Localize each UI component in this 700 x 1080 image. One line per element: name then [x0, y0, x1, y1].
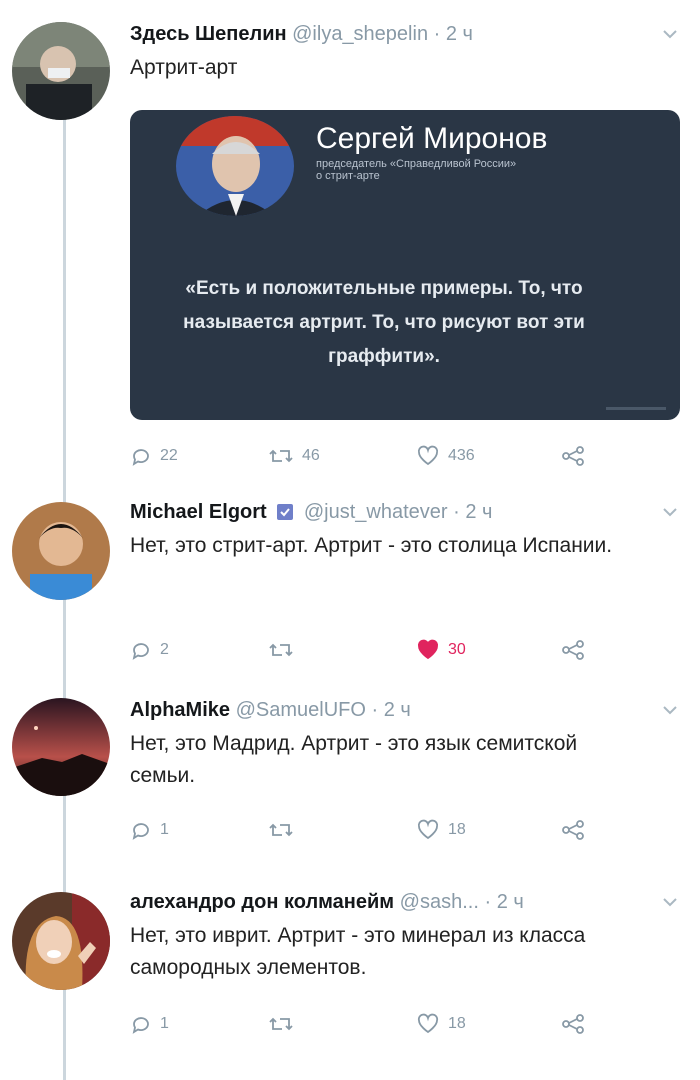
tweet-actions: 22 46 436 [130, 442, 590, 470]
tweet-actions: 1 18 [130, 1010, 590, 1038]
reply-icon [132, 643, 149, 660]
author-name[interactable]: Здесь Шепелин [130, 23, 287, 45]
like-icon [417, 445, 439, 466]
card-subtitle-line2: о стрит-арте [316, 170, 380, 182]
tweet-header: алехандро дон колманейм @sash... · 2 ч [130, 890, 680, 914]
author-handle[interactable]: @SamuelUFO [236, 699, 366, 721]
retweet-button[interactable]: 46 [268, 442, 320, 470]
author-handle[interactable]: @ilya_shepelin [292, 23, 428, 45]
card-subtitle-line1: председатель «Справедливой России» [316, 158, 517, 170]
share-icon [562, 820, 584, 840]
reply-count: 1 [160, 821, 169, 838]
card-quote: «Есть и положительные примеры. То, что н… [183, 278, 585, 367]
separator: · [371, 699, 379, 721]
author-handle[interactable]: @sash... [400, 891, 479, 913]
verified-icon [276, 503, 294, 521]
tweet-actions: 2 30 [130, 636, 590, 664]
avatar[interactable] [12, 502, 110, 600]
reply-count: 22 [160, 447, 178, 464]
reply-count: 2 [160, 641, 169, 658]
like-icon [417, 639, 439, 660]
separator: · [433, 23, 441, 45]
like-count: 436 [448, 447, 475, 464]
quote-card-image[interactable]: Сергей Миронов председатель «Справедливо… [130, 110, 680, 420]
card-portrait [176, 116, 294, 216]
retweet-button[interactable] [268, 1010, 302, 1038]
chevron-down-icon[interactable] [656, 22, 684, 46]
tweet-header: Michael Elgort @just_whatever · 2 ч [130, 500, 680, 524]
chevron-down-icon[interactable] [656, 500, 684, 524]
share-icon [562, 1014, 584, 1034]
like-icon [417, 1013, 439, 1034]
like-count: 18 [448, 1015, 466, 1032]
reply-button[interactable]: 1 [130, 816, 169, 844]
retweet-button[interactable] [268, 816, 302, 844]
share-button[interactable] [560, 442, 586, 470]
avatar[interactable] [12, 892, 110, 990]
reply-button[interactable]: 2 [130, 636, 169, 664]
share-button[interactable] [560, 636, 586, 664]
retweet-icon [269, 449, 293, 463]
retweet-count: 46 [302, 447, 320, 464]
card-subtitle: председатель «Справедливой России» о стр… [316, 158, 516, 182]
reply-count: 1 [160, 1015, 169, 1032]
share-button[interactable] [560, 816, 586, 844]
chevron-down-icon[interactable] [656, 890, 684, 914]
share-icon [562, 640, 584, 660]
card-person-name: Сергей Миронов [316, 122, 548, 155]
timestamp[interactable]: 2 ч [446, 23, 473, 45]
like-button[interactable]: 30 [416, 636, 466, 664]
reply-icon [132, 1017, 149, 1034]
like-button[interactable]: 18 [416, 1010, 466, 1038]
like-button[interactable]: 18 [416, 816, 466, 844]
author-name[interactable]: алехандро дон колманейм [130, 891, 394, 913]
share-icon [562, 446, 584, 466]
author-name[interactable]: Michael Elgort [130, 501, 267, 523]
card-watermark [606, 407, 666, 410]
tweet-actions: 1 18 [130, 816, 590, 844]
tweet-text: Артрит-арт [130, 56, 238, 79]
reply-icon [132, 823, 149, 840]
tweet-text: Нет, это стрит-арт. Артрит - это столица… [130, 534, 613, 557]
share-button[interactable] [560, 1010, 586, 1038]
tweet-text: Нет, это Мадрид. Артрит - это язык семит… [130, 732, 578, 787]
reply-icon [132, 449, 149, 466]
timestamp[interactable]: 2 ч [465, 501, 492, 523]
chevron-down-icon[interactable] [656, 698, 684, 722]
reply-button[interactable]: 1 [130, 1010, 169, 1038]
tweet-text: Нет, это иврит. Артрит - это минерал из … [130, 924, 586, 979]
separator: · [484, 891, 492, 913]
timestamp[interactable]: 2 ч [384, 699, 411, 721]
like-button[interactable]: 436 [416, 442, 475, 470]
retweet-icon [269, 1017, 293, 1031]
like-count: 30 [448, 641, 466, 658]
tweet-header: AlphaMike @SamuelUFO · 2 ч [130, 698, 680, 722]
retweet-icon [269, 823, 293, 837]
author-handle[interactable]: @just_whatever [304, 501, 448, 523]
avatar[interactable] [12, 22, 110, 120]
retweet-icon [269, 643, 293, 657]
tweet-header: Здесь Шепелин @ilya_shepelin · 2 ч [130, 22, 680, 46]
author-name[interactable]: AlphaMike [130, 699, 230, 721]
timestamp[interactable]: 2 ч [497, 891, 524, 913]
separator: · [453, 501, 460, 523]
retweet-button[interactable] [268, 636, 302, 664]
like-count: 18 [448, 821, 466, 838]
reply-button[interactable]: 22 [130, 442, 178, 470]
avatar[interactable] [12, 698, 110, 796]
like-icon [417, 819, 439, 840]
